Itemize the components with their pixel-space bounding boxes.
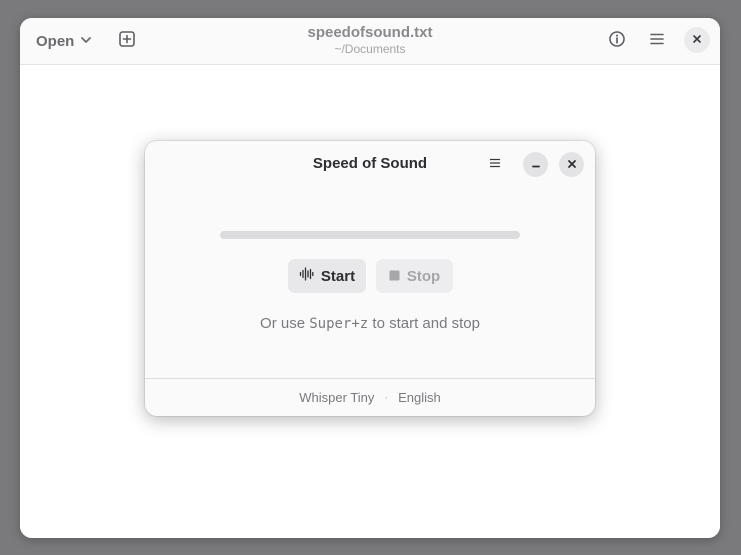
open-button[interactable]: Open — [28, 28, 100, 55]
info-icon — [608, 30, 626, 53]
shortcut-hint-suffix: to start and stop — [368, 315, 480, 332]
document-info-button[interactable] — [603, 27, 631, 55]
hamburger-menu-icon — [489, 156, 501, 174]
document-path: ~/Documents — [334, 42, 406, 56]
chevron-down-icon — [80, 33, 92, 50]
new-tab-button[interactable] — [113, 27, 141, 55]
waveform-icon — [299, 267, 314, 285]
document-title: speedofsound.txt — [307, 24, 433, 41]
language-name: English — [398, 390, 441, 405]
minimize-icon — [531, 156, 541, 174]
editor-header-bar: Open speedofsound.txt ~/Documents — [20, 18, 720, 65]
start-button[interactable]: Start — [288, 259, 366, 293]
shortcut-hint-prefix: Or use — [260, 315, 310, 332]
close-icon — [692, 31, 702, 49]
minimize-button[interactable] — [523, 152, 548, 177]
start-button-label: Start — [320, 267, 356, 285]
footer-separator: · — [384, 391, 389, 404]
close-icon — [567, 156, 577, 174]
dialog-footer: Whisper Tiny · English — [145, 378, 595, 416]
speed-of-sound-window: Speed of Sound Start Stop Or use Super+z… — [145, 141, 595, 416]
dialog-title: Speed of Sound — [312, 155, 428, 172]
editor-close-button[interactable] — [684, 27, 710, 53]
new-tab-icon — [118, 30, 136, 53]
main-menu-button[interactable] — [643, 27, 671, 55]
stop-button-label: Stop — [406, 267, 441, 285]
shortcut-key: Super+z — [309, 316, 369, 332]
shortcut-hint: Or use Super+z to start and stop — [195, 315, 545, 332]
stop-button[interactable]: Stop — [376, 259, 453, 293]
stop-square-icon — [389, 268, 400, 285]
hamburger-menu-icon — [649, 31, 665, 52]
open-button-label: Open — [36, 33, 75, 50]
recording-progress-bar — [220, 231, 520, 239]
dialog-close-button[interactable] — [559, 152, 584, 177]
dialog-menu-button[interactable] — [482, 152, 508, 178]
model-name: Whisper Tiny — [299, 390, 375, 405]
